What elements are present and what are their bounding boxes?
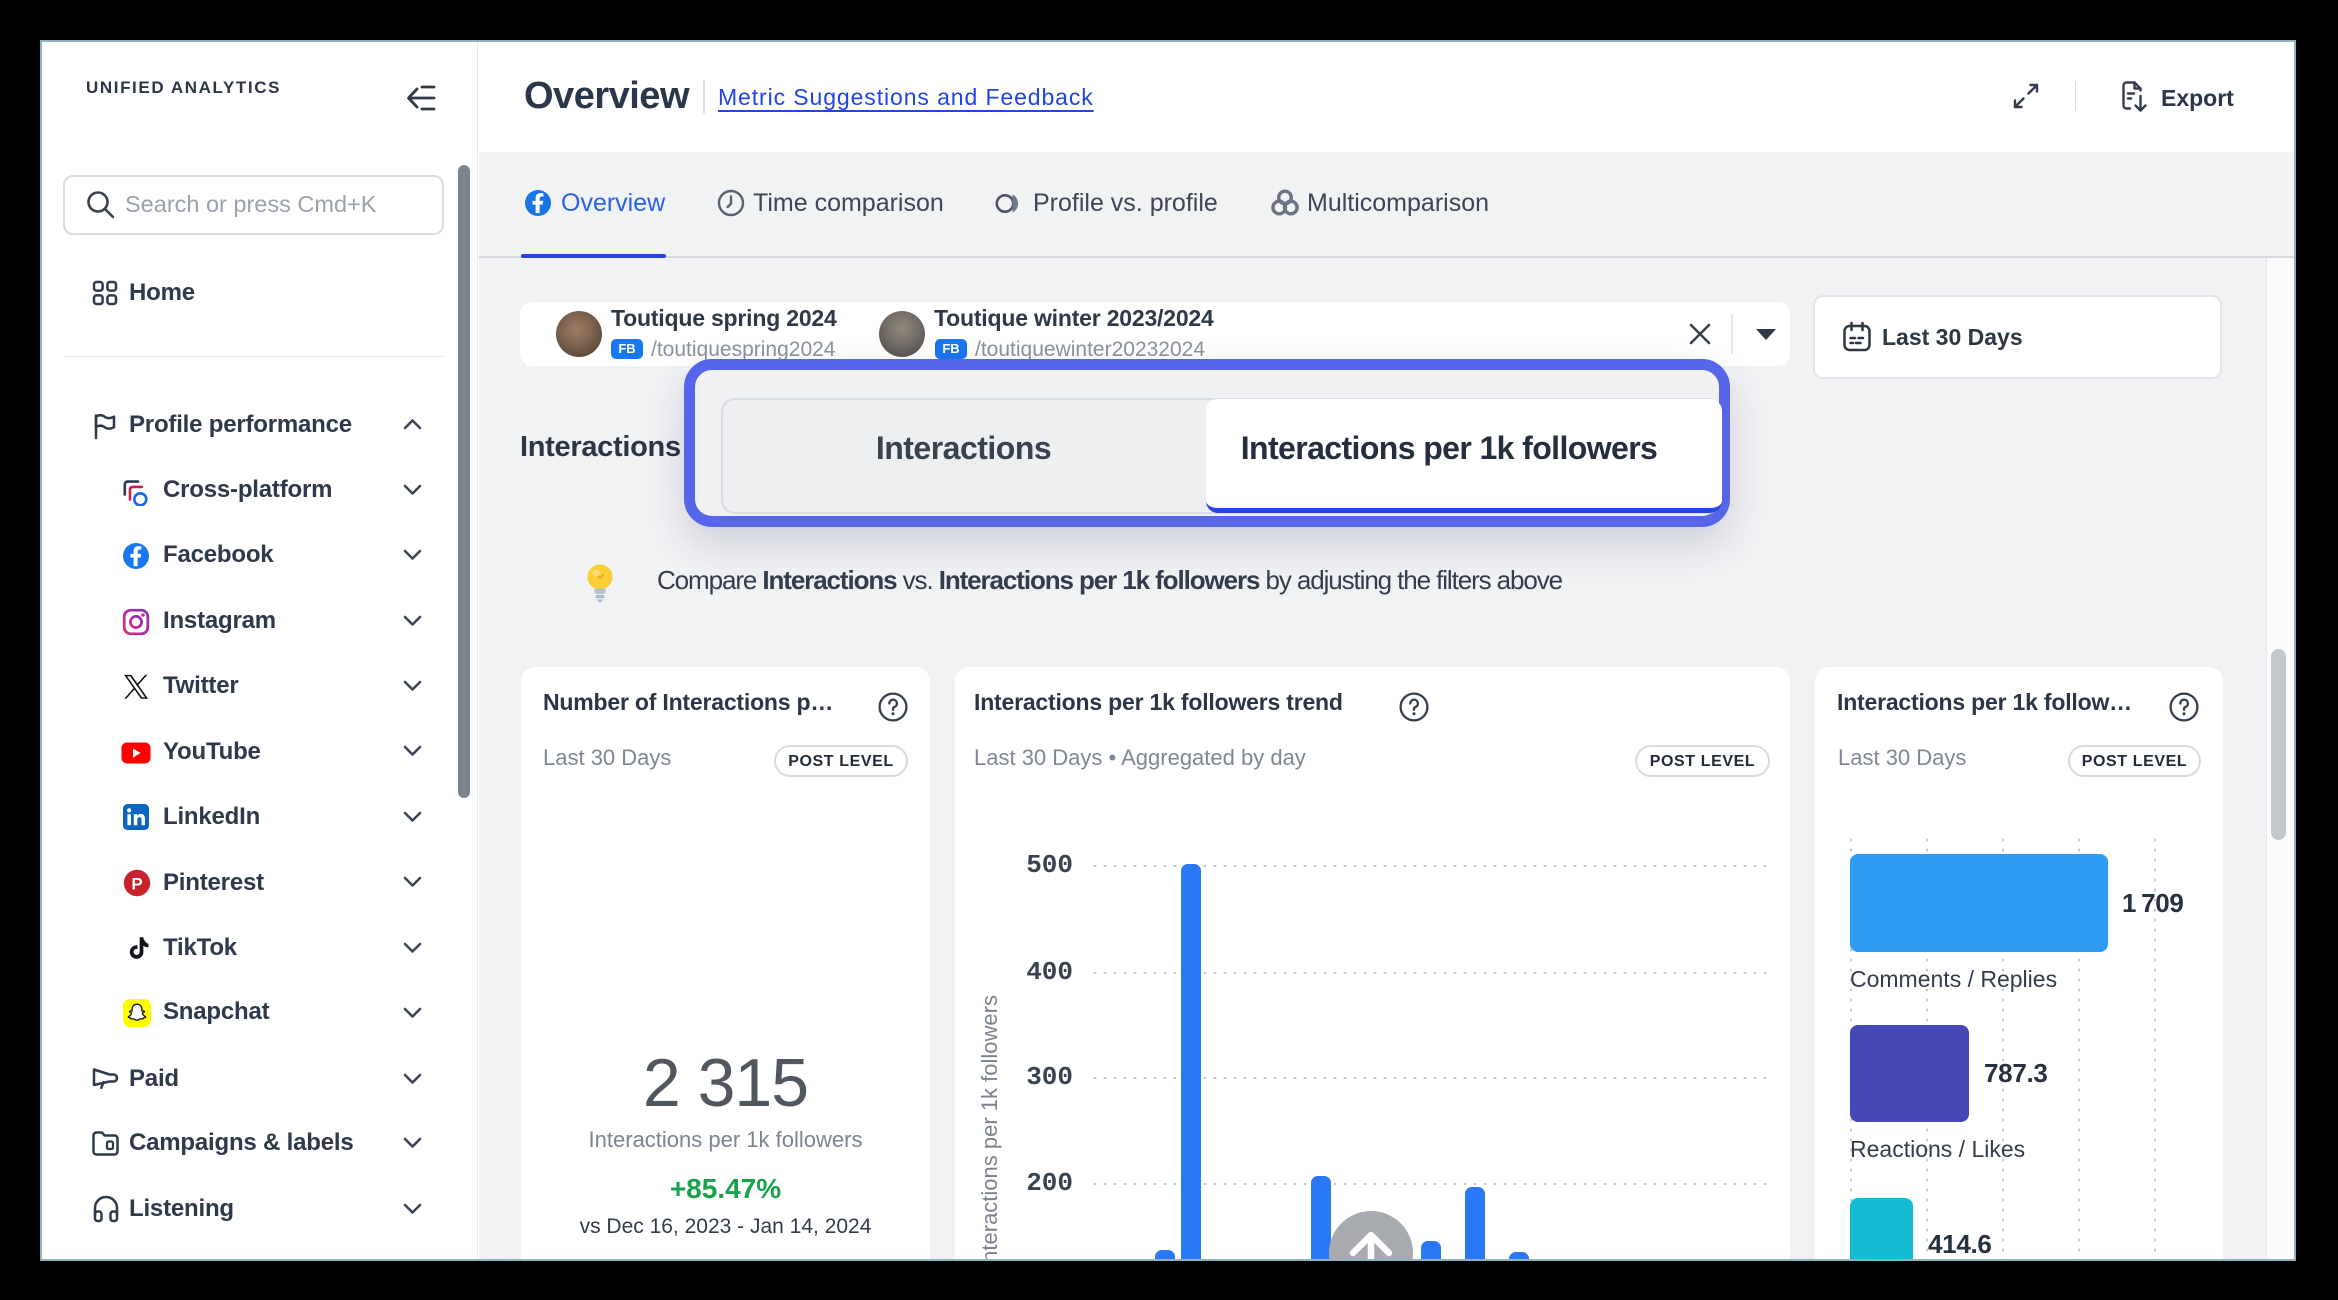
svg-text:P: P (131, 875, 142, 894)
